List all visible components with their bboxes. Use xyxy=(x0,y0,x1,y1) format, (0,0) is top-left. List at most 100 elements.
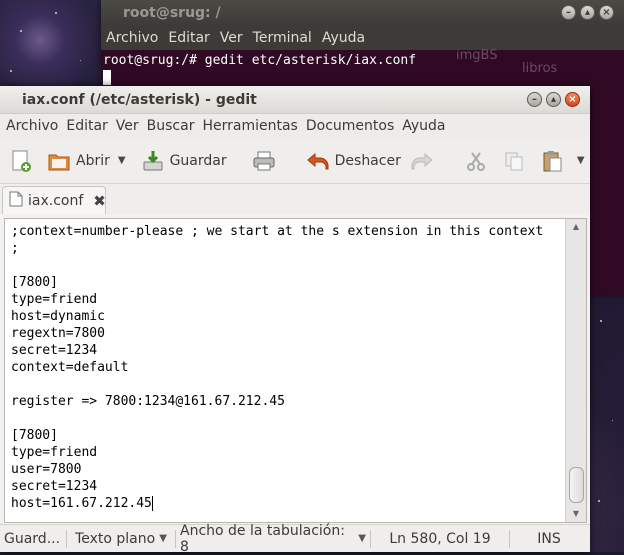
editor-line: type=friend xyxy=(11,291,566,308)
editor-line-text: type=friend xyxy=(11,292,98,307)
redo-button[interactable] xyxy=(409,148,439,174)
editor-line-text: secret=1234 xyxy=(11,479,98,494)
minimize-icon[interactable]: – xyxy=(561,5,576,20)
vertical-scrollbar[interactable]: ▲ ▼ xyxy=(565,219,586,522)
undo-icon xyxy=(305,148,331,174)
editor-line: register => 7800:1234@161.67.212.45 xyxy=(11,393,566,410)
editor-line-text: secret=1234 xyxy=(11,343,98,358)
editor-line: secret=1234 xyxy=(11,478,566,495)
editor-line: host=dynamic xyxy=(11,308,566,325)
open-button-label: Abrir xyxy=(76,152,110,169)
terminal-title: root@srug: / xyxy=(123,5,221,21)
clipboard-icon xyxy=(539,148,565,174)
editor-line-text: user=7800 xyxy=(11,462,82,477)
terminal-titlebar[interactable]: root@srug: / – ▴ × xyxy=(101,0,624,26)
save-button[interactable]: Guardar xyxy=(140,148,227,174)
editor-line: ; xyxy=(11,240,566,257)
editor-line: regextn=7800 xyxy=(11,325,566,342)
editor-line-text: [7800] xyxy=(11,275,58,290)
cut-button[interactable] xyxy=(463,148,493,174)
insert-mode-label: INS xyxy=(537,530,561,547)
editor-frame: ;context=number-please ; we start at the… xyxy=(4,218,587,523)
editor-line: [7800] xyxy=(11,427,566,444)
menu-buscar[interactable]: Buscar xyxy=(143,118,199,134)
background-text-imgbs: imgBS xyxy=(456,48,498,63)
editor-line: [7800] xyxy=(11,274,566,291)
document-icon xyxy=(9,191,23,211)
tab-iax-conf[interactable]: iax.conf ✖ xyxy=(2,186,106,214)
editor-line: context=default xyxy=(11,359,566,376)
open-button[interactable]: Abrir xyxy=(46,148,110,174)
tab-label: iax.conf xyxy=(28,192,84,209)
star xyxy=(612,420,613,421)
editor-line-text: register => 7800:1234@161.67.212.45 xyxy=(11,394,285,409)
gedit-window[interactable]: iax.conf (/etc/asterisk) - gedit – ▴ × A… xyxy=(0,86,590,555)
menu-editar[interactable]: Editar xyxy=(62,118,111,134)
chevron-down-icon: ▼ xyxy=(358,533,366,544)
star xyxy=(20,30,22,32)
new-button[interactable] xyxy=(8,148,38,174)
menu-ver[interactable]: Ver xyxy=(112,118,143,134)
close-tab-icon[interactable]: ✖ xyxy=(93,192,106,210)
paste-button[interactable] xyxy=(539,148,569,174)
new-document-icon xyxy=(8,148,34,174)
gedit-titlebar[interactable]: iax.conf (/etc/asterisk) - gedit – ▴ × xyxy=(0,86,590,114)
chevron-down-icon[interactable]: ▼ xyxy=(577,155,585,166)
language-label: Texto plano xyxy=(75,530,156,547)
redo-icon xyxy=(409,148,435,174)
menu-documentos[interactable]: Documentos xyxy=(302,118,398,134)
background-text-libros: libros xyxy=(522,61,558,76)
editor-line: ;context=number-please ; we start at the… xyxy=(11,223,566,240)
language-selector[interactable]: Texto plano ▼ xyxy=(67,525,175,552)
close-icon[interactable]: × xyxy=(599,5,614,20)
cursor-position: Ln 580, Col 19 xyxy=(371,525,509,552)
statusbar: Guard... Texto plano ▼ Ancho de la tabul… xyxy=(0,522,590,555)
status-saving-label: Guard... xyxy=(4,530,61,547)
minimize-icon[interactable]: – xyxy=(527,92,542,107)
editor-line: type=friend xyxy=(11,444,566,461)
star xyxy=(600,320,602,322)
scroll-down-icon[interactable]: ▼ xyxy=(566,506,586,522)
close-icon[interactable]: × xyxy=(565,92,580,107)
editor-line-text: regextn=7800 xyxy=(11,326,105,341)
terminal-menubar: Archivo Editar Ver Terminal Ayuda xyxy=(101,26,624,50)
star xyxy=(80,60,81,61)
terminal-menu-ver[interactable]: Ver xyxy=(215,30,248,46)
scroll-up-icon[interactable]: ▲ xyxy=(566,219,586,235)
editor-line-text: ; xyxy=(11,241,19,256)
editor-line: user=7800 xyxy=(11,461,566,478)
editor-line-text: type=friend xyxy=(11,445,98,460)
text-editor[interactable]: ;context=number-please ; we start at the… xyxy=(5,219,566,522)
menu-ayuda[interactable]: Ayuda xyxy=(398,118,449,134)
terminal-menu-editar[interactable]: Editar xyxy=(163,30,214,46)
maximize-icon[interactable]: ▴ xyxy=(546,92,561,107)
star xyxy=(55,12,57,14)
chevron-down-icon[interactable]: ▼ xyxy=(118,155,126,166)
tab-width-label: Ancho de la tabulación: 8 xyxy=(180,522,345,555)
scrollbar-thumb[interactable] xyxy=(569,467,584,503)
toolbar: Abrir ▼ Guardar Deshacer ▼ xyxy=(0,138,590,184)
copy-button[interactable] xyxy=(501,148,531,174)
maximize-icon[interactable]: ▴ xyxy=(580,5,595,20)
terminal-menu-ayuda[interactable]: Ayuda xyxy=(317,30,370,46)
open-folder-icon xyxy=(46,148,72,174)
editor-line: host=161.67.212.45 xyxy=(11,495,566,512)
editor-line-text: context=default xyxy=(11,360,129,375)
tab-bar: iax.conf ✖ xyxy=(0,184,590,214)
print-button[interactable] xyxy=(251,148,281,174)
undo-button[interactable]: Deshacer xyxy=(305,148,401,174)
terminal-menu-archivo[interactable]: Archivo xyxy=(101,30,163,46)
editor-line-text: host=161.67.212.45 xyxy=(11,496,152,511)
editor-line-text: ;context=number-please ; we start at the… xyxy=(11,224,544,239)
menu-herramientas[interactable]: Herramientas xyxy=(198,118,301,134)
terminal-menu-terminal[interactable]: Terminal xyxy=(248,30,317,46)
menu-archivo[interactable]: Archivo xyxy=(2,118,62,134)
terminal-cursor xyxy=(103,70,111,85)
copy-icon xyxy=(501,148,527,174)
printer-icon xyxy=(251,148,277,174)
editor-line-text: [7800] xyxy=(11,428,58,443)
star xyxy=(10,70,12,72)
tab-width-selector[interactable]: Ancho de la tabulación: 8 ▼ xyxy=(176,522,370,555)
